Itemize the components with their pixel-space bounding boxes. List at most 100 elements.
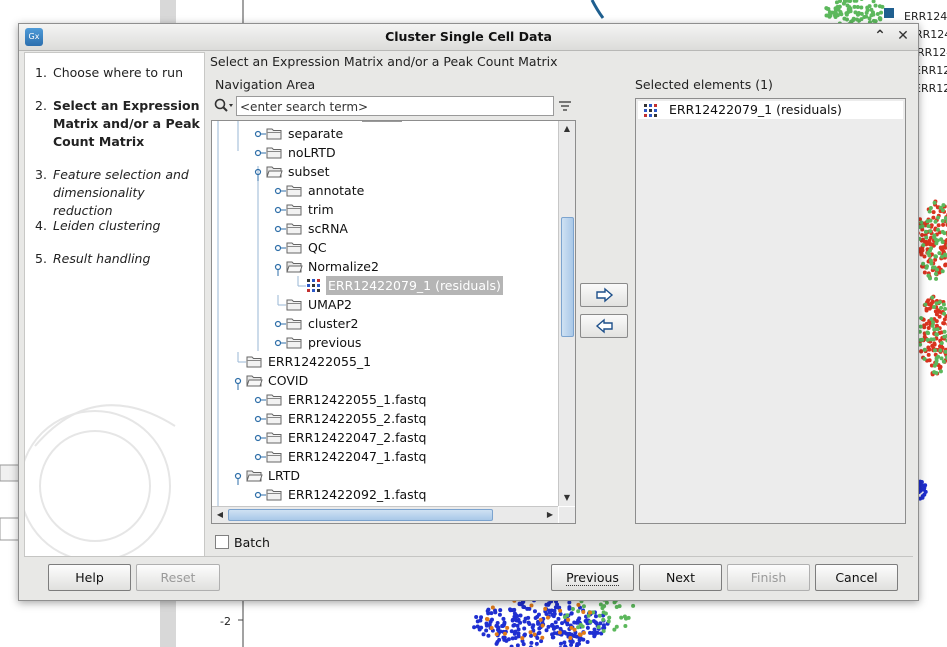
scatter-point [601, 623, 606, 628]
scatter-point [515, 643, 520, 647]
batch-label: Batch [234, 535, 270, 550]
tree-item[interactable]: ERR12422047_2.fastq [254, 428, 552, 447]
tree-item[interactable]: ERR12422055_1.fastq [254, 390, 552, 409]
tree-item[interactable]: annotate [274, 181, 552, 200]
scatter-point [927, 302, 932, 307]
reset-button[interactable]: Reset [136, 564, 220, 591]
scatter-point [622, 614, 627, 619]
tree-body[interactable]: separate noLRTD subset annotate trim scRNA QC N… [212, 121, 558, 506]
collapse-toggle-icon[interactable] [274, 257, 284, 276]
help-button[interactable]: Help [48, 564, 131, 591]
tree-item-label: ERR12422047_2.fastq [288, 430, 427, 445]
tree-item[interactable]: Normalize2 [274, 257, 552, 276]
scatter-point [922, 270, 927, 275]
expand-toggle-icon[interactable] [274, 238, 286, 257]
expand-toggle-icon[interactable] [254, 409, 266, 428]
folder-open-icon [246, 373, 263, 387]
scatter-point [546, 624, 551, 629]
tree-item[interactable]: LRTD [234, 466, 552, 485]
next-button[interactable]: Next [639, 564, 722, 591]
folder-icon [266, 449, 283, 463]
expand-toggle-icon[interactable] [254, 143, 266, 162]
scroll-down-icon[interactable]: ▼ [560, 491, 574, 505]
selected-item[interactable]: ERR12422079_1 (residuals) [638, 101, 903, 119]
scatter-point [920, 248, 925, 253]
scatter-point [558, 626, 563, 631]
selected-elements-list[interactable]: ERR12422079_1 (residuals) [635, 98, 906, 524]
scatter-point [931, 215, 936, 220]
tree-item[interactable]: ERR12422047_1.fastq [254, 447, 552, 466]
folder-icon [286, 202, 303, 216]
tree-horizontal-scrollbar[interactable]: ◀ ▶ [212, 506, 558, 523]
title-bar[interactable]: Gx Cluster Single Cell Data ⌃ ✕ [19, 24, 918, 51]
expand-toggle-icon[interactable] [254, 390, 266, 409]
search-icon[interactable] [214, 98, 234, 114]
wizard-steps-panel: 1. Choose where to run 2. Select an Expres… [24, 52, 205, 557]
scatter-point [919, 252, 924, 257]
scatter-point [535, 635, 540, 640]
scatter-point [529, 633, 534, 638]
tree-vertical-scrollbar[interactable]: ▲ ▼ [558, 121, 575, 506]
collapse-icon[interactable]: ⌃ [871, 27, 889, 45]
scatter-point [921, 483, 926, 488]
tree-item[interactable]: ERR12422079_1 (residuals) [294, 276, 552, 295]
expand-toggle-icon[interactable] [274, 219, 286, 238]
tree-item[interactable]: COVID [234, 371, 552, 390]
collapse-toggle-icon[interactable] [254, 162, 264, 181]
tree-item[interactable]: ERR12422092_1.fastq [254, 485, 552, 504]
batch-checkbox-row[interactable]: Batch [215, 535, 270, 550]
scatter-point [545, 615, 550, 620]
tree-item[interactable]: previous [274, 333, 552, 352]
scroll-right-icon[interactable]: ▶ [543, 508, 557, 522]
expand-toggle-icon[interactable] [274, 333, 286, 352]
finish-button[interactable]: Finish [727, 564, 810, 591]
scatter-point [918, 324, 923, 329]
remove-selection-button[interactable] [580, 314, 628, 338]
batch-checkbox[interactable] [215, 535, 229, 549]
scatter-point [928, 229, 933, 234]
tree-item[interactable]: ERR12422055_2.fastq [254, 409, 552, 428]
filter-icon[interactable] [558, 99, 572, 113]
tree-item-label: scRNA [308, 221, 348, 236]
scatter-point [601, 610, 606, 615]
scroll-thumb-horizontal[interactable] [228, 509, 493, 521]
tree-item[interactable]: cluster2 [274, 314, 552, 333]
collapse-toggle-icon[interactable] [234, 466, 244, 485]
scroll-up-icon[interactable]: ▲ [560, 122, 574, 136]
tree-leaf-connector [274, 295, 286, 314]
tree-item[interactable]: separate [254, 124, 552, 143]
tree-item[interactable]: UMAP2 [274, 295, 552, 314]
scroll-left-icon[interactable]: ◀ [213, 508, 227, 522]
scatter-point [595, 630, 600, 635]
scatter-point [935, 227, 940, 232]
scroll-thumb-vertical[interactable] [561, 217, 574, 337]
expand-toggle-icon[interactable] [254, 485, 266, 504]
previous-button[interactable]: Previous [551, 564, 634, 591]
scatter-point [942, 334, 947, 339]
scatter-point [855, 17, 860, 22]
collapse-toggle-icon[interactable] [234, 371, 244, 390]
expand-toggle-icon[interactable] [274, 181, 286, 200]
add-selection-button[interactable] [580, 283, 628, 307]
cancel-button[interactable]: Cancel [815, 564, 898, 591]
scatter-point [585, 639, 590, 644]
tree-item[interactable]: trim [274, 200, 552, 219]
scatter-point [941, 302, 946, 307]
tree-item[interactable]: subset [254, 162, 552, 181]
tree-item[interactable]: noLRTD [254, 143, 552, 162]
expand-toggle-icon[interactable] [254, 124, 266, 143]
tree-leaf-connector [294, 276, 306, 295]
close-icon[interactable]: ✕ [894, 27, 912, 45]
expand-toggle-icon[interactable] [254, 447, 266, 466]
tree-item[interactable]: QC [274, 238, 552, 257]
expand-toggle-icon[interactable] [274, 200, 286, 219]
scatter-point [581, 630, 586, 635]
tree-item[interactable]: ERR12422055_1 [234, 352, 552, 371]
expand-toggle-icon[interactable] [254, 428, 266, 447]
tree-item[interactable]: scRNA [274, 219, 552, 238]
navigation-tree[interactable]: separate noLRTD subset annotate trim scRNA QC N… [211, 120, 576, 524]
search-input[interactable]: <enter search term> [236, 96, 554, 116]
expand-toggle-icon[interactable] [274, 314, 286, 333]
scatter-point [873, 3, 878, 8]
scatter-point [502, 631, 507, 636]
